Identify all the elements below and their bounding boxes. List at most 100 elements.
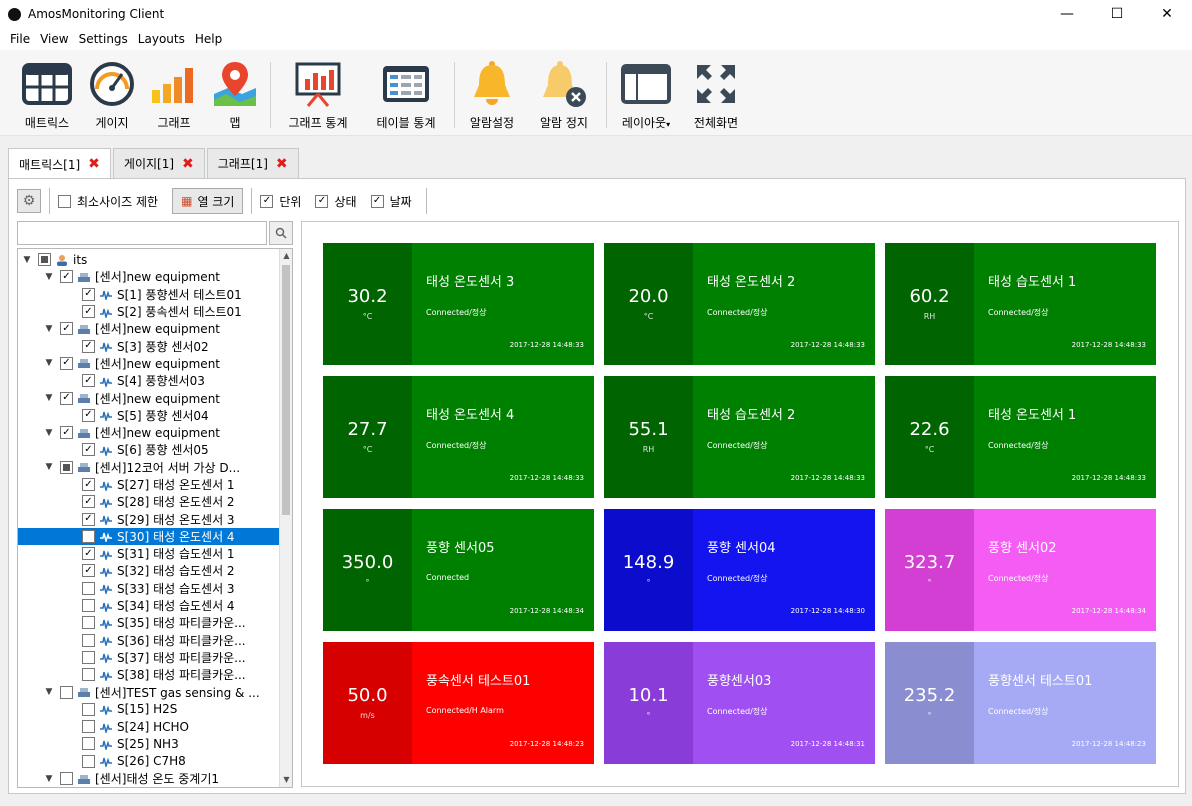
expand-triangle-icon[interactable]: ▼	[44, 462, 54, 472]
tree-row[interactable]: S[34] 태성 습도센서 4	[18, 597, 280, 614]
sensor-tile[interactable]: 22.6 °C 태성 온도센서 1 Connected/정상 2017-12-28 14…	[885, 376, 1156, 498]
sensor-tile[interactable]: 235.2 ° 풍향센서 테스트01 Connected/정상 2017-12-28 1…	[885, 642, 1156, 764]
tree-row[interactable]: ▼ ✓ [센서]new equipment	[18, 389, 280, 406]
sensor-tile[interactable]: 323.7 ° 풍향 센서02 Connected/정상 2017-12-28 14:4…	[885, 509, 1156, 631]
tree-checkbox[interactable]	[38, 253, 51, 267]
tree-checkbox[interactable]	[82, 633, 95, 647]
layout-button[interactable]: 레이아웃▾	[612, 58, 680, 132]
tree-checkbox[interactable]: ✓	[82, 495, 95, 509]
sensor-tile[interactable]: 20.0 °C 태성 온도센서 2 Connected/정상 2017-12-28 14…	[604, 243, 875, 365]
tree-row[interactable]: ✓ S[31] 태성 습도센서 1	[18, 545, 280, 562]
menu-file[interactable]: File	[6, 32, 34, 46]
tree-row[interactable]: ▼ ✓ [센서]new equipment	[18, 268, 280, 285]
tree-checkbox[interactable]	[82, 581, 95, 595]
tree-row[interactable]: S[15] H2S	[18, 701, 280, 718]
tree-row[interactable]: S[37] 태성 파티클카운...	[18, 649, 280, 666]
tree-row[interactable]: S[38] 태성 파티클카운...	[18, 666, 280, 683]
tree-checkbox[interactable]	[82, 720, 95, 734]
tree-row[interactable]: ▼ its	[18, 251, 280, 268]
tree-checkbox[interactable]	[82, 702, 95, 716]
expand-triangle-icon[interactable]: ▼	[44, 774, 54, 784]
gauge-button[interactable]: 게이지	[84, 58, 140, 132]
tree-row[interactable]: ▼ ✓ [센서]new equipment	[18, 355, 280, 372]
tree-row[interactable]: ▼ ✓ [센서]new equipment	[18, 320, 280, 337]
tree-scrollbar[interactable]: ▲ ▼	[279, 249, 292, 787]
tree-checkbox[interactable]	[82, 650, 95, 664]
tree-row[interactable]: ▼ [센서]태성 온도 중계기1	[18, 770, 280, 787]
date-checkbox[interactable]: ✓	[370, 194, 384, 208]
search-input[interactable]	[17, 221, 267, 245]
tree-row[interactable]: S[25] NH3	[18, 735, 280, 752]
tree-row[interactable]: S[36] 태성 파티클카운...	[18, 632, 280, 649]
tree-row[interactable]: ✓ S[5] 풍향 센서04	[18, 407, 280, 424]
tree-checkbox[interactable]: ✓	[60, 391, 73, 405]
tree-row[interactable]: ✓ S[30] 태성 온도센서 4	[18, 527, 280, 546]
tree-checkbox[interactable]	[60, 460, 73, 474]
tree-row[interactable]: ✓ S[2] 풍속센서 테스트01	[18, 303, 280, 320]
expand-triangle-icon[interactable]: ▼	[44, 358, 54, 368]
min-size-checkbox[interactable]	[58, 194, 71, 208]
menu-layouts[interactable]: Layouts	[134, 32, 189, 46]
scroll-up-icon[interactable]: ▲	[280, 249, 292, 263]
minimize-button[interactable]: —	[1042, 0, 1092, 28]
tree-checkbox[interactable]	[82, 599, 95, 613]
tree-row[interactable]: S[26] C7H8	[18, 753, 280, 770]
alarm-settings-button[interactable]: 알람설정	[462, 58, 522, 132]
expand-triangle-icon[interactable]: ▼	[44, 324, 54, 334]
scrollbar-thumb[interactable]	[282, 265, 290, 515]
sensor-tile[interactable]: 10.1 ° 풍향센서03 Connected/정상 2017-12-28 14:48:…	[604, 642, 875, 764]
graph-stats-button[interactable]: 그래프 통계	[280, 58, 356, 132]
tree-row[interactable]: ✓ S[4] 풍향센서03	[18, 372, 280, 389]
gear-icon[interactable]: ⚙	[17, 189, 41, 213]
min-size-option[interactable]: 최소사이즈 제한	[58, 193, 158, 210]
date-option[interactable]: ✓ 날짜	[370, 193, 412, 210]
tree-checkbox[interactable]	[82, 616, 95, 630]
tab-matrix[interactable]: 매트릭스[1] ✖	[8, 148, 111, 179]
sensor-tile[interactable]: 350.0 ° 풍향 센서05 Connected 2017-12-28 14:48:3…	[323, 509, 594, 631]
expand-triangle-icon[interactable]: ▼	[22, 255, 32, 265]
tree-checkbox[interactable]: ✓	[60, 356, 73, 370]
sensor-tile[interactable]: 60.2 RH 태성 습도센서 1 Connected/정상 2017-12-28 14…	[885, 243, 1156, 365]
tab-gauge[interactable]: 게이지[1] ✖	[112, 148, 205, 178]
tree-checkbox[interactable]: ✓	[82, 305, 95, 319]
menu-help[interactable]: Help	[191, 32, 226, 46]
sensor-tile[interactable]: 148.9 ° 풍향 센서04 Connected/정상 2017-12-28 14:4…	[604, 509, 875, 631]
tab-graph[interactable]: 그래프[1] ✖	[206, 148, 299, 178]
tree-row[interactable]: ✓ S[1] 풍향센서 테스트01	[18, 286, 280, 303]
tree-row[interactable]: ▼ [센서]TEST gas sensing & ...	[18, 683, 280, 700]
tree-checkbox[interactable]: ✓	[82, 339, 95, 353]
column-size-button[interactable]: ▦ 열 크기	[172, 188, 244, 214]
tree-row[interactable]: ✓ S[32] 태성 습도센서 2	[18, 562, 280, 579]
tree-row[interactable]: S[33] 태성 습도센서 3	[18, 580, 280, 597]
tree-row[interactable]: ▼ ✓ [센서]new equipment	[18, 424, 280, 441]
close-button[interactable]: ✕	[1142, 0, 1192, 28]
expand-triangle-icon[interactable]: ▼	[44, 428, 54, 438]
tree-checkbox[interactable]	[82, 668, 95, 682]
search-icon[interactable]	[269, 221, 293, 245]
tree-checkbox[interactable]: ✓	[60, 322, 73, 336]
tree-row[interactable]: S[24] HCHO	[18, 718, 280, 735]
menu-settings[interactable]: Settings	[75, 32, 132, 46]
map-button[interactable]: 맵	[210, 58, 260, 132]
expand-triangle-icon[interactable]: ▼	[44, 393, 54, 403]
unit-checkbox[interactable]: ✓	[260, 194, 274, 208]
tree-checkbox[interactable]: ✓	[82, 287, 95, 301]
tree-row[interactable]: S[35] 태성 파티클카운...	[18, 614, 280, 631]
tree-row[interactable]: ✓ S[29] 태성 온도센서 3	[18, 510, 280, 527]
tree-checkbox[interactable]	[82, 754, 95, 768]
tree-checkbox[interactable]: ✓	[82, 547, 95, 561]
tree-checkbox[interactable]: ✓	[82, 564, 95, 578]
tree-checkbox[interactable]	[82, 737, 95, 751]
matrix-button[interactable]: 매트릭스	[14, 58, 80, 132]
close-icon[interactable]: ✖	[276, 156, 288, 172]
tree-checkbox[interactable]: ✓	[82, 374, 95, 388]
close-icon[interactable]: ✖	[88, 156, 100, 172]
tree-row[interactable]: ✓ S[3] 풍향 센서02	[18, 337, 280, 354]
tree-checkbox[interactable]: ✓	[60, 270, 73, 284]
expand-triangle-icon[interactable]: ▼	[44, 687, 54, 697]
tree-checkbox[interactable]	[60, 772, 73, 786]
sensor-tile[interactable]: 50.0 m/s 풍속센서 테스트01 Connected/H Alarm 2017-1…	[323, 642, 594, 764]
tree-checkbox[interactable]: ✓	[82, 512, 95, 526]
tree-checkbox[interactable]: ✓	[82, 443, 95, 457]
tree-row[interactable]: ✓ S[27] 태성 온도센서 1	[18, 476, 280, 493]
